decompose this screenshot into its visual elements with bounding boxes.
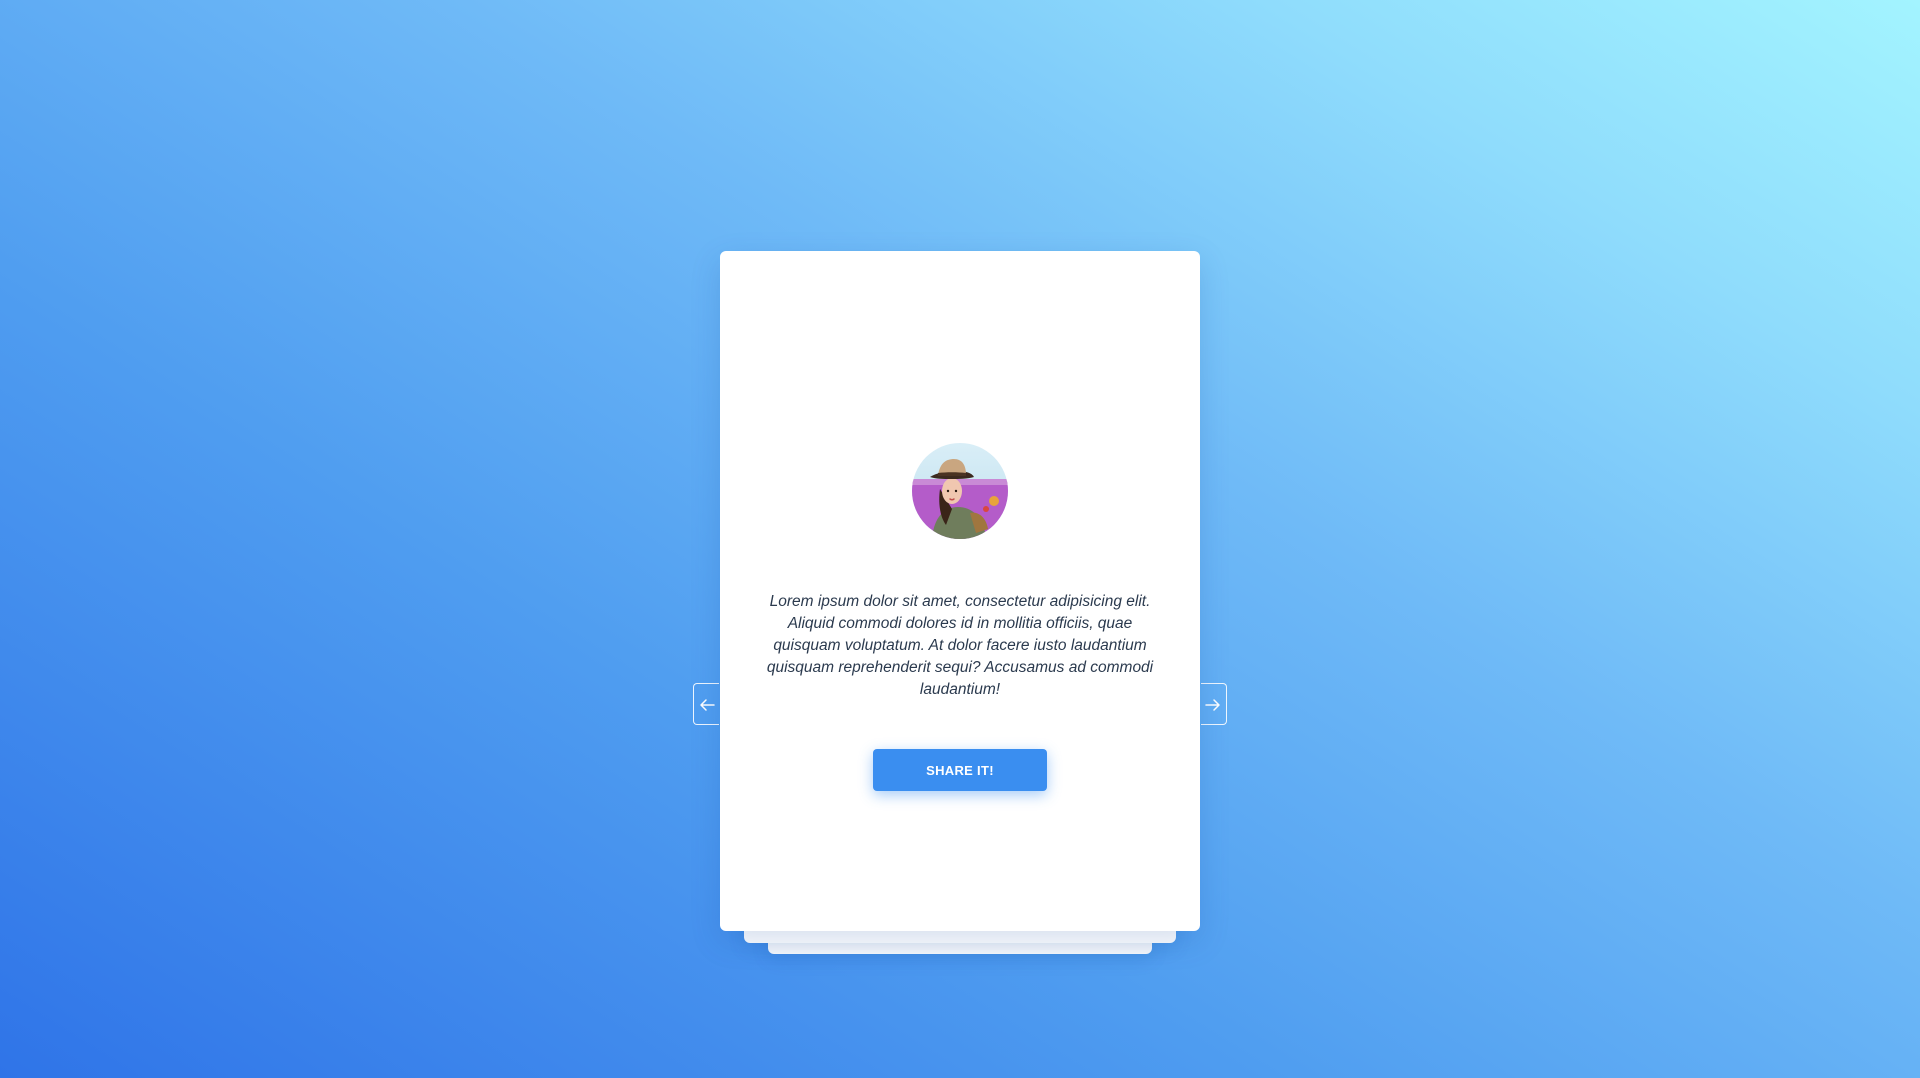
share-button[interactable]: SHARE IT! [873,749,1047,791]
next-slide-button[interactable] [1201,683,1227,725]
testimonial-quote: Lorem ipsum dolor sit amet, consectetur … [766,593,1154,698]
avatar-photo [912,443,1008,539]
prev-slide-button[interactable] [693,683,719,725]
avatar [912,443,1008,539]
testimonial-card: Lorem ipsum dolor sit amet, consectetur … [720,251,1200,931]
